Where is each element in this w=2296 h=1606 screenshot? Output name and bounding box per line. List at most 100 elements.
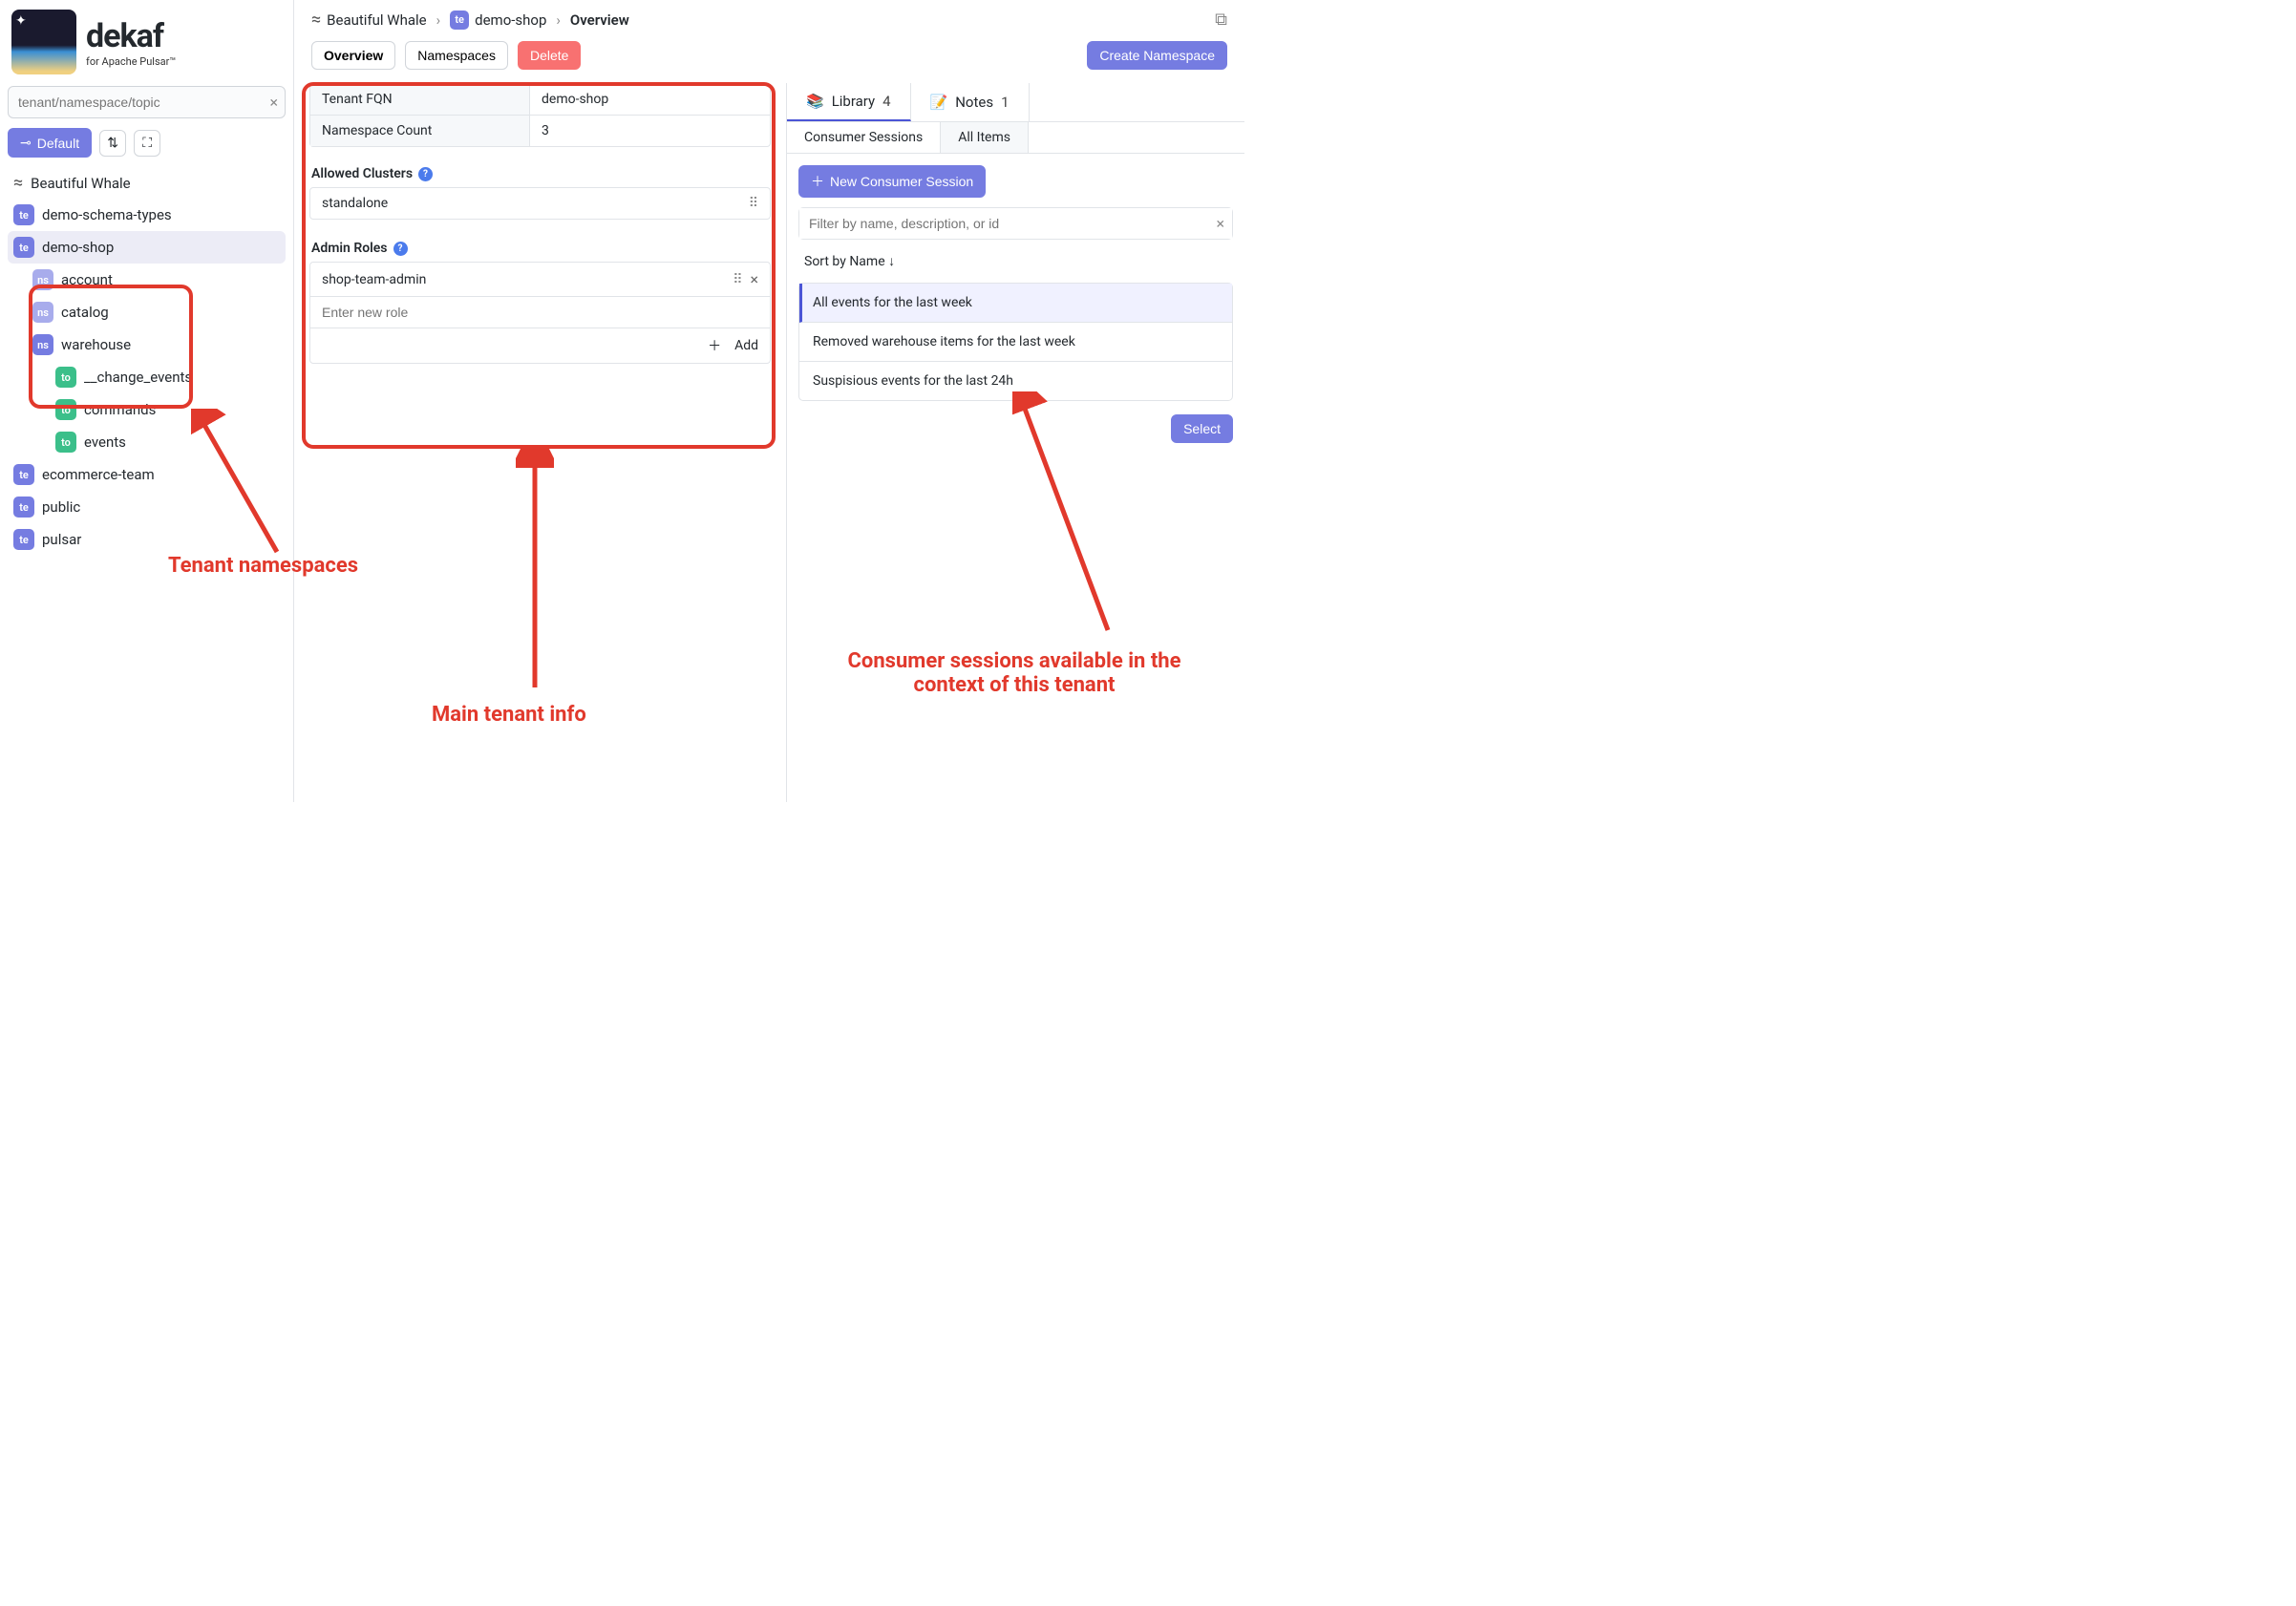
tenant-icon: te (13, 464, 34, 485)
tab-overview[interactable]: Overview (311, 41, 395, 70)
tab-label: Notes (955, 94, 993, 111)
cluster-label: Beautiful Whale (31, 175, 130, 192)
crumb-current: Overview (570, 11, 629, 29)
tenant-icon: te (13, 497, 34, 518)
topic-label: __change_events (84, 369, 192, 386)
create-namespace-button[interactable]: Create Namespace (1087, 41, 1227, 70)
topic-node[interactable]: to commands (8, 393, 286, 426)
info-val-nscount: 3 (530, 116, 770, 146)
notes-icon: 📝 (930, 94, 948, 111)
delete-button[interactable]: Delete (518, 41, 581, 70)
tree: ≈ Beautiful Whale te demo-schema-types t… (8, 167, 286, 796)
button-label: New Consumer Session (830, 174, 973, 189)
brand-name: dekaf (86, 17, 176, 55)
tenant-node[interactable]: te public (8, 491, 286, 523)
focus-icon[interactable]: ⛶ (134, 130, 160, 157)
section-label: Admin Roles (311, 241, 388, 256)
logo: dekaf for Apache Pulsar™ (8, 6, 286, 78)
topic-icon: to (55, 399, 76, 420)
chevron-right-icon: › (436, 11, 441, 29)
info-key-nscount: Namespace Count (310, 116, 530, 146)
tab-library[interactable]: 📚 Library 4 (787, 83, 911, 121)
topic-label: events (84, 433, 126, 451)
session-item[interactable]: Removed warehouse items for the last wee… (799, 323, 1232, 362)
tenant-node-selected[interactable]: te demo-shop (8, 231, 286, 264)
info-val-fqn: demo-shop (530, 84, 770, 115)
topic-node[interactable]: to events (8, 426, 286, 458)
cluster-icon: ≈ (311, 10, 321, 30)
session-filter-input[interactable] (799, 208, 1232, 239)
topic-label: commands (84, 401, 156, 418)
session-list: All events for the last week Removed war… (798, 283, 1233, 401)
search-input[interactable] (8, 86, 286, 118)
section-label: Allowed Clusters (311, 166, 413, 181)
subtab-all-items[interactable]: All Items (941, 122, 1029, 153)
copy-icon[interactable]: ⧉ (1215, 10, 1227, 30)
brand-tagline: for Apache Pulsar™ (86, 55, 176, 68)
crumb-cluster[interactable]: ≈ Beautiful Whale (311, 10, 427, 30)
new-role-input[interactable] (322, 305, 758, 320)
crumb-tenant[interactable]: te demo-shop (450, 11, 546, 30)
tenant-icon: te (13, 237, 34, 258)
namespace-label: catalog (61, 304, 109, 321)
role-item: shop-team-admin (322, 272, 725, 287)
toolbar: Overview Namespaces Delete Create Namesp… (294, 41, 1244, 83)
collapse-icon[interactable]: ⇅ (99, 130, 126, 157)
admin-roles-title: Admin Roles ? (311, 241, 771, 256)
help-icon[interactable]: ? (418, 167, 433, 181)
namespace-node[interactable]: ns warehouse (8, 328, 286, 361)
tenant-node[interactable]: te ecommerce-team (8, 458, 286, 491)
remove-icon[interactable]: × (750, 270, 758, 288)
plus-icon: ＋ (708, 336, 721, 355)
namespace-icon: ns (32, 302, 53, 323)
tenant-icon: te (450, 11, 469, 30)
allowed-clusters-list: standalone ⠿ (309, 187, 771, 220)
namespace-label: account (61, 271, 113, 288)
library-icon: 📚 (806, 93, 824, 110)
namespace-node[interactable]: ns account (8, 264, 286, 296)
tab-namespaces[interactable]: Namespaces (405, 41, 508, 70)
namespace-label: warehouse (61, 336, 131, 353)
drag-handle-icon[interactable]: ⠿ (749, 196, 758, 211)
sidebar: dekaf for Apache Pulsar™ × ⊸ Default ⇅ ⛶… (0, 0, 294, 802)
add-button[interactable]: Add (734, 338, 758, 353)
breadcrumb: ≈ Beautiful Whale › te demo-shop › Overv… (294, 0, 1244, 41)
tenant-node[interactable]: te pulsar (8, 523, 286, 556)
drag-handle-icon[interactable]: ⠿ (733, 272, 742, 287)
search-clear-icon[interactable]: × (269, 94, 278, 112)
session-item[interactable]: All events for the last week (799, 284, 1232, 323)
topic-node[interactable]: to __change_events (8, 361, 286, 393)
tenant-overview: Tenant FQN demo-shop Namespace Count 3 A… (294, 83, 786, 802)
session-item[interactable]: Suspisious events for the last 24h (799, 362, 1232, 400)
tenant-label: demo-schema-types (42, 206, 172, 223)
namespace-icon: ns (32, 269, 53, 290)
namespace-node[interactable]: ns catalog (8, 296, 286, 328)
allowed-clusters-title: Allowed Clusters ? (311, 166, 771, 181)
info-key-fqn: Tenant FQN (310, 84, 530, 115)
cluster-item: standalone (322, 196, 741, 211)
clear-filter-icon[interactable]: × (1216, 215, 1224, 233)
tab-count: 4 (882, 93, 890, 110)
tenant-label: ecommerce-team (42, 466, 155, 483)
crumb-label: Beautiful Whale (327, 11, 426, 29)
select-button[interactable]: Select (1171, 414, 1233, 443)
admin-roles-list: shop-team-admin ⠿ × ＋ Add (309, 262, 771, 364)
topic-icon: to (55, 367, 76, 388)
right-panel: 📚 Library 4 📝 Notes 1 Consumer Sessions … (786, 83, 1244, 802)
subtab-consumer-sessions[interactable]: Consumer Sessions (787, 122, 941, 153)
tenant-label: demo-shop (42, 239, 114, 256)
new-consumer-session-button[interactable]: ＋ New Consumer Session (798, 165, 986, 198)
tab-notes[interactable]: 📝 Notes 1 (911, 83, 1030, 121)
crumb-label: demo-shop (475, 11, 546, 29)
tenant-node[interactable]: te demo-schema-types (8, 199, 286, 231)
help-icon[interactable]: ? (393, 242, 408, 256)
cluster-icon: ≈ (13, 173, 23, 193)
default-key-button[interactable]: ⊸ Default (8, 128, 92, 158)
tab-count: 1 (1001, 94, 1009, 111)
cluster-node[interactable]: ≈ Beautiful Whale (8, 167, 286, 199)
key-icon: ⊸ (20, 135, 32, 151)
main: ≈ Beautiful Whale › te demo-shop › Overv… (294, 0, 1244, 802)
topic-icon: to (55, 432, 76, 453)
tenant-info-table: Tenant FQN demo-shop Namespace Count 3 (309, 83, 771, 147)
sort-control[interactable]: Sort by Name ↓ (798, 249, 1233, 273)
